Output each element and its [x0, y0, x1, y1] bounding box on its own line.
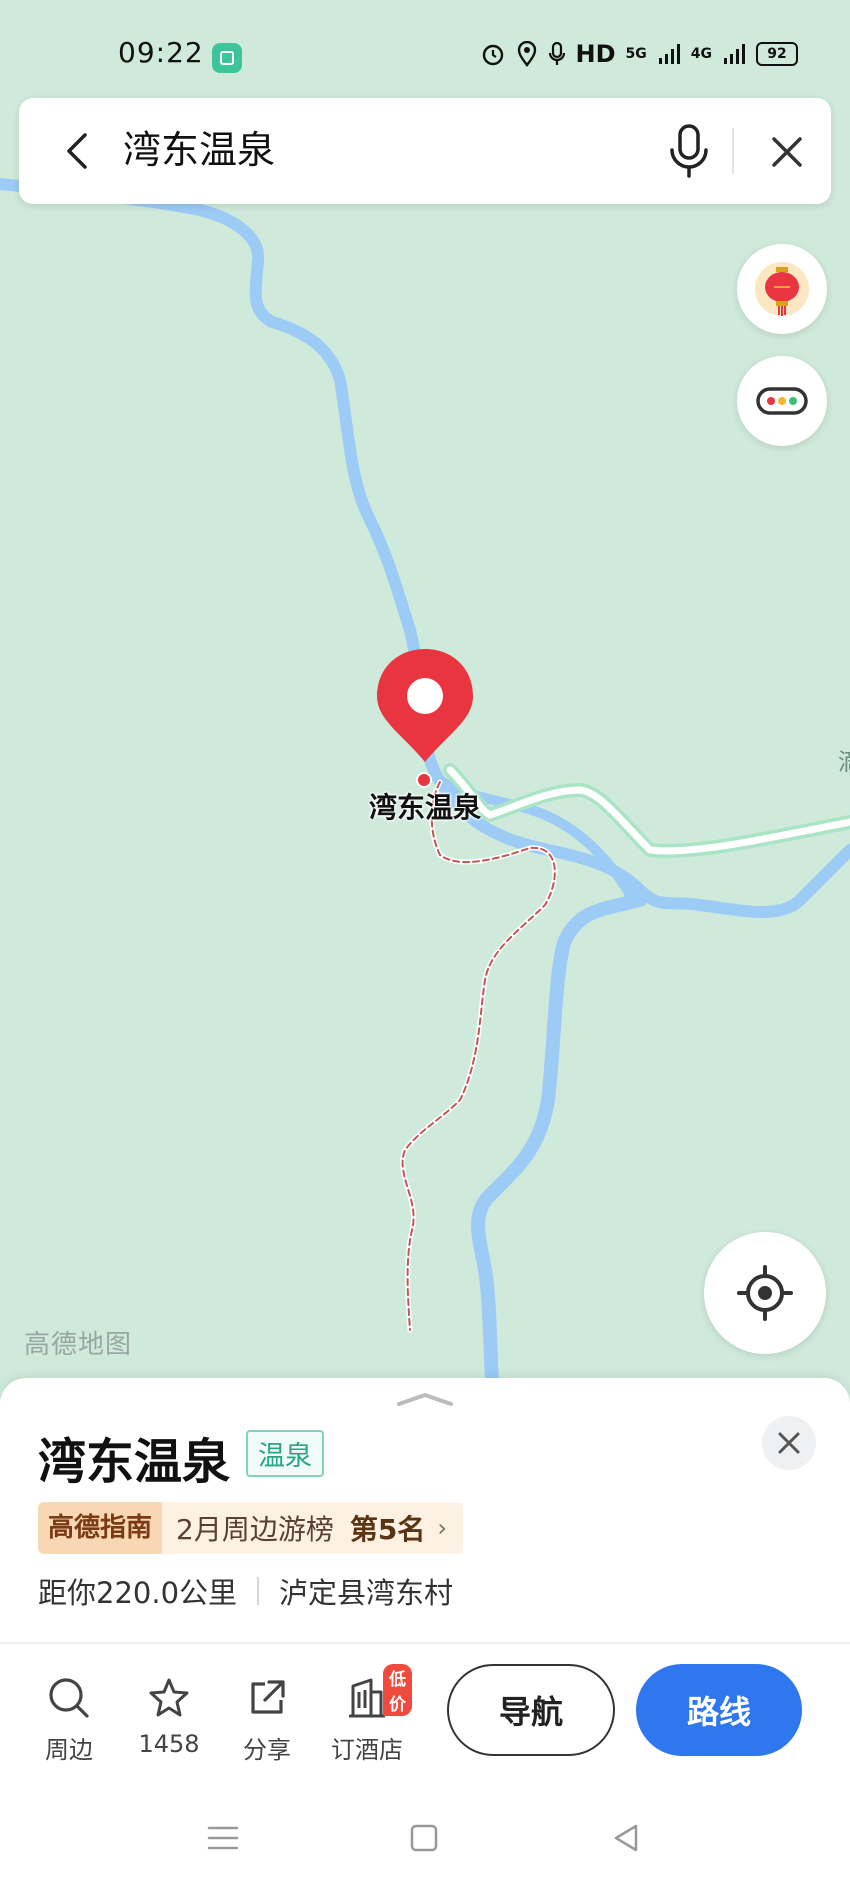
book-hotel-button[interactable]: 低价 订酒店 [322, 1664, 412, 1765]
route-button[interactable]: 路线 [636, 1664, 802, 1756]
sheet-divider [0, 1642, 850, 1644]
info-separator [257, 1577, 260, 1605]
poi-info-line: 距你220.0公里 泸定县湾东村 [38, 1570, 453, 1612]
signal-5g: 5G [625, 46, 647, 62]
status-icons: HD 5G 4G 92 [480, 40, 798, 68]
pin-label[interactable]: 湾东温泉 [352, 786, 498, 826]
search-icon [45, 1674, 93, 1722]
app-notification-icon [212, 43, 242, 73]
menu-icon[interactable] [193, 1816, 253, 1860]
mic-status-icon [548, 41, 565, 65]
ranking-banner[interactable]: 高德指南 2月周边游榜 第5名 › [38, 1502, 463, 1554]
star-icon [145, 1674, 193, 1722]
nearby-label: 周边 [45, 1736, 93, 1764]
poi-distance: 距你220.0公里 [38, 1576, 238, 1610]
ranking-brand: 高德指南 [38, 1502, 163, 1554]
close-icon [772, 137, 802, 167]
hd-label: HD [575, 40, 616, 68]
battery-icon: 92 [756, 42, 798, 66]
poi-title: 湾东温泉 [38, 1434, 231, 1490]
hotel-label: 订酒店 [331, 1736, 403, 1764]
close-sheet-button[interactable] [762, 1416, 816, 1470]
signal-4g: 4G [690, 46, 712, 62]
map-edge-label: 滴 [838, 742, 850, 777]
back-triangle-icon[interactable] [596, 1816, 656, 1860]
microphone-icon [670, 124, 708, 178]
festival-lantern-button[interactable] [737, 244, 827, 334]
lantern-icon [755, 262, 809, 316]
traffic-layer-button[interactable] [737, 356, 827, 446]
hotel-price-badge: 低价 [383, 1664, 412, 1716]
share-button[interactable]: 分享 [222, 1674, 312, 1765]
nearby-button[interactable]: 周边 [24, 1674, 114, 1765]
favorite-button[interactable]: 1458 [124, 1674, 214, 1758]
my-location-button[interactable] [704, 1232, 826, 1354]
chevron-right-icon: › [437, 1514, 447, 1542]
search-divider [732, 128, 734, 174]
map-logo: 高德地图 [24, 1330, 133, 1360]
signal-bars-icon [658, 44, 680, 64]
sheet-drag-handle[interactable] [395, 1392, 455, 1406]
favorites-count: 1458 [138, 1730, 200, 1758]
ranking-text: 2月周边游榜 [176, 1513, 334, 1546]
share-label: 分享 [243, 1736, 291, 1764]
hotel-building-icon: 低价 [343, 1664, 412, 1722]
traffic-icon [756, 387, 808, 415]
chevron-left-icon [67, 133, 87, 169]
status-time: 09:22 [118, 36, 204, 69]
share-icon [243, 1674, 291, 1722]
poi-category-tag: 温泉 [246, 1430, 324, 1477]
system-navigation-bar [0, 1808, 850, 1868]
navigate-button[interactable]: 导航 [447, 1664, 615, 1756]
back-button[interactable] [53, 126, 103, 176]
search-bar [19, 98, 831, 204]
signal-bars-icon [724, 44, 745, 64]
ranking-position: 第5名 [349, 1513, 426, 1546]
voice-search-button[interactable] [659, 120, 719, 182]
home-icon[interactable] [394, 1816, 454, 1860]
poi-address: 泸定县湾东村 [279, 1576, 454, 1610]
close-icon [778, 1432, 800, 1454]
alarm-icon [482, 44, 503, 66]
crosshair-icon [737, 1265, 793, 1321]
status-bar: 09:22 HD 5G 4G 92 [0, 0, 850, 100]
location-icon [517, 41, 536, 67]
clear-search-button[interactable] [759, 124, 815, 180]
search-input[interactable] [123, 124, 543, 168]
location-pin-icon[interactable] [372, 644, 478, 774]
